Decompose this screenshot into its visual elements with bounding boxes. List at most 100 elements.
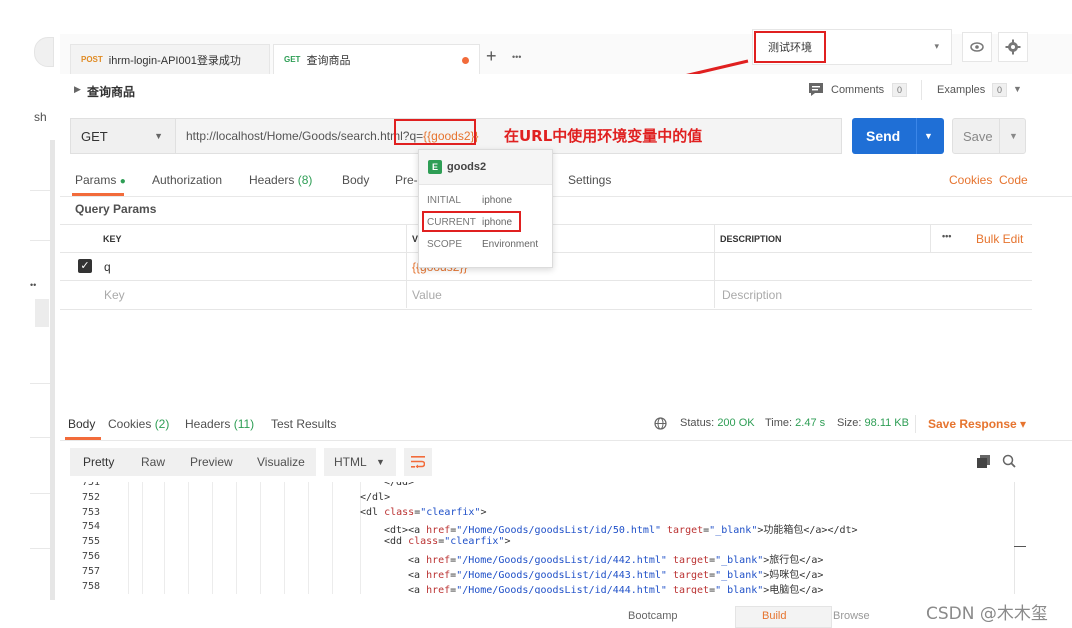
eye-icon[interactable] [962, 32, 992, 62]
table-row-empty: Key Value Description [60, 280, 1032, 310]
description-placeholder[interactable]: Description [722, 288, 782, 302]
tab-response-cookies[interactable]: Cookies (2) [108, 417, 169, 431]
sidebar-divider [30, 240, 50, 241]
tab-body[interactable]: Body [342, 173, 369, 187]
annotation-variable-highlight [394, 119, 476, 145]
search-icon[interactable] [1002, 454, 1016, 471]
key-placeholder[interactable]: Key [104, 288, 125, 302]
tab-params[interactable]: Params ● [75, 173, 126, 187]
code-line: <dt><a href="/Home/Goods/goodsList/id/50… [384, 525, 858, 537]
sidebar-divider [30, 493, 50, 494]
environment-select[interactable]: 测试环境 ▾ [752, 29, 952, 65]
scrollbar-marker[interactable] [1014, 546, 1026, 547]
sidebar-selected-item[interactable] [35, 299, 49, 327]
indent-guide [236, 482, 237, 594]
initial-label: INITIAL [427, 195, 461, 206]
cookies-link[interactable]: Cookies [949, 173, 992, 187]
sidebar-divider [30, 383, 50, 384]
response-tabs: Body Cookies (2) Headers (11) Test Resul… [60, 410, 1072, 441]
indent-guide [128, 482, 129, 594]
column-divider [406, 224, 407, 308]
tab-test-results[interactable]: Test Results [271, 417, 336, 431]
send-button[interactable]: Send ▼ [852, 118, 944, 154]
examples-count-badge: 0 [992, 83, 1008, 97]
sidebar-divider [30, 437, 50, 438]
tab-settings[interactable]: Settings [568, 173, 611, 187]
scope-value: Environment [482, 239, 539, 250]
divider [916, 118, 917, 154]
line-number: 751 [82, 482, 101, 488]
time-text: Time: 2.47 s [765, 417, 825, 429]
chevron-right-icon[interactable]: ▶ [74, 84, 81, 95]
query-params-title: Query Params [75, 202, 157, 216]
time-label: Time: [765, 417, 793, 429]
tab-post-login[interactable]: POST ihrm-login-API001登录成功 [70, 44, 270, 74]
status-text: Status: 200 OK [680, 417, 755, 429]
code-line: <a href="/Home/Goods/goodsList/id/443.ht… [408, 569, 824, 581]
indent-guide [332, 482, 333, 594]
tab-headers[interactable]: Headers (8) [249, 173, 312, 187]
build-label: Build [762, 610, 787, 622]
code-line: </dl> [360, 491, 391, 503]
size-label: Size: [837, 417, 862, 429]
bulk-edit-link[interactable]: Bulk Edit [976, 232, 1023, 246]
request-name[interactable]: 查询商品 [87, 83, 135, 100]
copy-icon[interactable] [977, 455, 990, 471]
value-placeholder[interactable]: Value [412, 288, 442, 302]
save-label: Save [963, 128, 993, 144]
response-code-view[interactable]: 751 </dd> 752 </dl> 753 <dl class="clearfix">… [70, 482, 1015, 594]
divider [999, 119, 1000, 153]
globe-icon [654, 417, 667, 433]
indent-guide [308, 482, 309, 594]
indent-guide [188, 482, 189, 594]
size-text: Size: 98.11 KB [837, 417, 909, 429]
tab-label: 查询商品 [306, 54, 351, 67]
chevron-down-icon[interactable]: ▼ [1013, 84, 1022, 94]
view-pretty[interactable]: Pretty [83, 455, 114, 469]
sidebar-toggle[interactable] [34, 37, 54, 67]
tab-method: POST [81, 55, 103, 64]
save-response-button[interactable]: Save Response ▾ [928, 417, 1026, 431]
time-value: 2.47 s [795, 417, 826, 429]
gear-icon[interactable] [998, 32, 1028, 62]
environment-badge: E [428, 160, 442, 174]
tab-get-search[interactable]: GET 查询商品 [273, 44, 480, 74]
code-link[interactable]: Code [999, 173, 1028, 187]
save-button[interactable]: Save ▼ [952, 118, 1026, 154]
tab-authorization[interactable]: Authorization [152, 173, 222, 187]
more-options-button[interactable]: ••• [942, 231, 951, 241]
status-value: 200 OK [717, 417, 755, 429]
param-key[interactable]: q [104, 260, 111, 274]
status-label: Status: [680, 417, 715, 429]
line-number: 755 [82, 536, 101, 548]
tab-method: GET [284, 55, 301, 64]
tab-response-body[interactable]: Body [68, 417, 95, 431]
indent-guide [142, 482, 143, 594]
view-preview[interactable]: Preview [190, 455, 233, 469]
view-mode-group: Pretty Raw Preview Visualize [70, 448, 316, 476]
view-raw[interactable]: Raw [141, 455, 165, 469]
comments-count-badge: 0 [892, 83, 908, 97]
code-line: <a href="/Home/Goods/goodsList/id/444.ht… [408, 584, 824, 594]
code-line: <dd class="clearfix"> [384, 536, 511, 548]
view-visualize[interactable]: Visualize [257, 455, 305, 469]
initial-value: iphone [482, 195, 513, 206]
sidebar-scrollbar[interactable] [50, 140, 55, 600]
row-checkbox[interactable]: ✓ [78, 259, 92, 273]
examples-label[interactable]: Examples [937, 84, 985, 96]
browse-label[interactable]: Browse [833, 610, 870, 622]
code-line: <a href="/Home/Goods/goodsList/id/442.ht… [408, 555, 824, 566]
method-select[interactable]: GET ▼ [70, 118, 176, 154]
wrap-lines-icon[interactable] [404, 448, 432, 476]
column-divider [930, 224, 931, 252]
format-select[interactable]: HTML ▼ [324, 448, 396, 476]
send-label: Send [866, 128, 901, 144]
comments-icon [808, 82, 824, 96]
code-line: <dl class="clearfix"> [360, 506, 487, 518]
comments-label[interactable]: Comments [831, 84, 884, 96]
line-number: 758 [82, 580, 101, 592]
chevron-down-icon[interactable]: ▼ [1009, 131, 1018, 141]
bootcamp-link[interactable]: Bootcamp [628, 610, 678, 622]
chevron-down-icon[interactable]: ▼ [924, 131, 933, 141]
tab-response-headers[interactable]: Headers (11) [185, 417, 254, 431]
